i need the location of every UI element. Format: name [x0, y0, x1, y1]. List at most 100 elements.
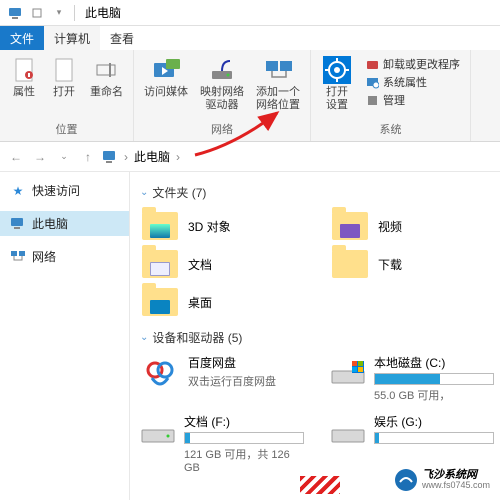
- chevron-down-icon: ⌄: [140, 332, 148, 343]
- drive-name: 本地磁盘 (C:): [374, 354, 494, 371]
- folder-label: 下载: [378, 256, 402, 273]
- add-netloc-label: 添加一个 网络位置: [256, 86, 300, 111]
- drive-icon: [330, 354, 366, 394]
- recent-dropdown[interactable]: ⌄: [54, 147, 74, 167]
- folder-documents[interactable]: 文档: [140, 247, 300, 281]
- drives-header-label: 设备和驱动器 (5): [152, 329, 242, 346]
- tab-view[interactable]: 查看: [100, 26, 144, 50]
- map-drive-label: 映射网络 驱动器: [200, 86, 244, 111]
- baidu-icon: [140, 354, 180, 394]
- nav-pane: ★快速访问 此电脑 网络: [0, 172, 130, 500]
- dropdown-icon[interactable]: ▾: [51, 5, 67, 21]
- drives-header[interactable]: ⌄ 设备和驱动器 (5): [140, 329, 490, 346]
- drive-sub: 55.0 GB 可用，: [374, 387, 494, 403]
- window-title: 此电脑: [85, 4, 121, 21]
- watermark: 飞沙系统网www.fs0745.com: [390, 466, 494, 494]
- netloc-icon: [264, 56, 292, 84]
- folder-desktop[interactable]: 桌面: [140, 285, 300, 319]
- main-area: ★快速访问 此电脑 网络 ⌄ 文件夹 (7) 3D 对象 视频 文档 下载 桌面 …: [0, 172, 500, 500]
- access-media-button[interactable]: 访问媒体: [140, 54, 192, 119]
- tab-computer[interactable]: 计算机: [44, 26, 100, 50]
- watermark-logo: [394, 468, 418, 492]
- titlebar: ▾ 此电脑: [0, 0, 500, 26]
- crumb-pc[interactable]: 此电脑: [134, 148, 170, 165]
- map-drive-button[interactable]: 映射网络 驱动器: [196, 54, 248, 119]
- properties-icon: [10, 56, 38, 84]
- nav-quick-access[interactable]: ★快速访问: [0, 178, 129, 203]
- folders-header[interactable]: ⌄ 文件夹 (7): [140, 184, 490, 201]
- crumb-separator: [174, 150, 182, 164]
- drive-c[interactable]: 本地磁盘 (C:)55.0 GB 可用，: [330, 354, 490, 403]
- add-netloc-button[interactable]: 添加一个 网络位置: [252, 54, 304, 119]
- folder-icon: [330, 209, 370, 243]
- open-settings-button[interactable]: 打开 设置: [317, 54, 357, 119]
- drive-icon: [140, 413, 176, 453]
- forward-button[interactable]: →: [30, 147, 50, 167]
- rename-icon: [93, 56, 121, 84]
- nav-network-label: 网络: [32, 248, 56, 265]
- back-button[interactable]: ←: [6, 147, 26, 167]
- open-button[interactable]: 打开: [46, 54, 82, 119]
- folder-icon: [140, 247, 180, 281]
- capacity-bar: [374, 373, 494, 385]
- drive-f[interactable]: 文档 (F:)121 GB 可用，共 126 GB: [140, 413, 300, 474]
- settings-icon: [323, 56, 351, 84]
- sysprops-button[interactable]: 系统属性: [365, 74, 460, 90]
- group-network-label: 网络: [211, 119, 233, 139]
- uninstall-label: 卸载或更改程序: [383, 56, 460, 72]
- open-icon: [50, 56, 78, 84]
- tab-file[interactable]: 文件: [0, 26, 44, 50]
- folder-label: 视频: [378, 218, 402, 235]
- open-settings-label: 打开 设置: [326, 86, 348, 111]
- capacity-bar: [374, 432, 494, 444]
- group-location-label: 位置: [56, 119, 78, 139]
- restore-icon[interactable]: [29, 5, 45, 21]
- up-button[interactable]: ↑: [78, 147, 98, 167]
- group-system: 打开 设置 卸载或更改程序 系统属性 管理 系统: [311, 50, 471, 141]
- network-icon: [10, 249, 26, 265]
- drive-sub: 双击运行百度网盘: [188, 373, 300, 389]
- drive-baidu[interactable]: 百度网盘双击运行百度网盘: [140, 354, 300, 403]
- folder-label: 3D 对象: [188, 218, 231, 235]
- content-pane: ⌄ 文件夹 (7) 3D 对象 视频 文档 下载 桌面 ⌄ 设备和驱动器 (5) 百…: [130, 172, 500, 500]
- breadcrumb[interactable]: 此电脑: [102, 148, 494, 165]
- manage-button[interactable]: 管理: [365, 92, 460, 108]
- nav-this-pc[interactable]: 此电脑: [0, 211, 129, 236]
- folder-videos[interactable]: 视频: [330, 209, 490, 243]
- watermark-stripes: [300, 476, 340, 494]
- drive-name: 娱乐 (G:): [374, 413, 494, 430]
- pc-icon: [10, 216, 26, 232]
- drive-name: 百度网盘: [188, 354, 300, 371]
- rename-button[interactable]: 重命名: [86, 54, 127, 119]
- drive-g[interactable]: 娱乐 (G:): [330, 413, 490, 474]
- folder-downloads[interactable]: 下载: [330, 247, 490, 281]
- pc-breadcrumb-icon: [102, 150, 118, 164]
- watermark-url: www.fs0745.com: [422, 481, 490, 491]
- sysprops-icon: [365, 75, 379, 89]
- star-icon: ★: [10, 183, 26, 199]
- folder-icon: [140, 285, 180, 319]
- properties-button[interactable]: 属性: [6, 54, 42, 119]
- capacity-bar: [184, 432, 304, 444]
- uninstall-button[interactable]: 卸载或更改程序: [365, 56, 460, 72]
- nav-network[interactable]: 网络: [0, 244, 129, 269]
- group-network: 访问媒体 映射网络 驱动器 添加一个 网络位置 网络: [134, 50, 311, 141]
- folder-label: 桌面: [188, 294, 212, 311]
- ribbon-tabs: 文件 计算机 查看: [0, 26, 500, 50]
- media-icon: [152, 56, 180, 84]
- drive-sub: 121 GB 可用，共 126 GB: [184, 446, 304, 474]
- group-location: 属性 打开 重命名 位置: [0, 50, 134, 141]
- chevron-down-icon: ⌄: [140, 187, 148, 198]
- folder-icon: [330, 247, 370, 281]
- ribbon: 属性 打开 重命名 位置 访问媒体 映射网络 驱动器: [0, 50, 500, 142]
- separator: [74, 5, 75, 21]
- rename-label: 重命名: [90, 86, 123, 99]
- open-label: 打开: [53, 86, 75, 99]
- group-system-label: 系统: [380, 119, 402, 139]
- folder-label: 文档: [188, 256, 212, 273]
- folder-icon: [140, 209, 180, 243]
- map-drive-icon: [208, 56, 236, 84]
- nav-pc-label: 此电脑: [32, 215, 68, 232]
- folders-header-label: 文件夹 (7): [152, 184, 206, 201]
- folder-3d-objects[interactable]: 3D 对象: [140, 209, 300, 243]
